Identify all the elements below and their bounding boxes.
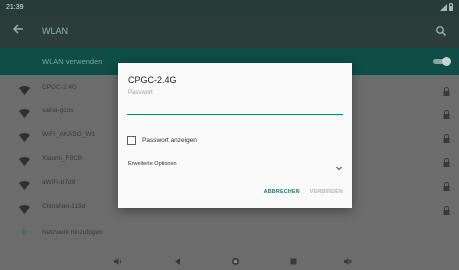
advanced-options-label[interactable]: Erweiterte Optionen: [128, 161, 177, 167]
home-icon[interactable]: [230, 257, 241, 268]
wifi-signal-icon: [19, 202, 30, 214]
search-icon[interactable]: [435, 24, 449, 38]
lock-icon: [443, 202, 450, 215]
wifi-password-dialog: CPGC-2.4G Passwort Passwort anzeigen Erw…: [118, 63, 352, 208]
lock-icon: [443, 130, 450, 143]
lock-icon: [443, 178, 450, 191]
network-name: aWiFi-b7d9: [42, 179, 76, 186]
network-name: ChinaNet-115d: [42, 203, 86, 210]
add-network-label: Netzwerk hinzufügen: [42, 229, 103, 236]
network-name: CPGC-2.4G: [42, 84, 78, 91]
wifi-signal-icon: [19, 154, 30, 166]
dialog-actions: ABBRECHEN VERBINDEN: [264, 189, 343, 195]
plus-icon: +: [20, 224, 28, 239]
wifi-signal-icon: [19, 83, 30, 95]
dialog-title: CPGC-2.4G: [128, 75, 177, 85]
page-title: WLAN: [42, 26, 69, 36]
wifi-signal-icon: [19, 106, 30, 118]
battery-icon: [449, 3, 453, 11]
lock-icon: [443, 83, 450, 96]
back-icon[interactable]: [172, 257, 183, 268]
connect-button[interactable]: VERBINDEN: [310, 189, 343, 195]
wifi-signal-icon: [19, 130, 30, 142]
signal-icon: [440, 3, 447, 11]
status-icons: [440, 3, 453, 11]
wifi-signal-icon: [19, 178, 30, 190]
app-bar: WLAN: [0, 16, 459, 48]
network-name: Xiaomi_F8CB: [42, 155, 83, 162]
show-password-label: Passwort anzeigen: [142, 137, 197, 144]
navigation-bar: [0, 255, 459, 270]
back-arrow-icon[interactable]: [12, 22, 26, 40]
cancel-button[interactable]: ABBRECHEN: [264, 189, 300, 195]
recents-icon[interactable]: [288, 257, 299, 268]
wlan-enable-label: WLAN verwenden: [42, 57, 103, 66]
wlan-toggle-switch[interactable]: [429, 57, 451, 66]
volume-down-icon[interactable]: [113, 257, 124, 268]
show-password-checkbox[interactable]: [127, 136, 136, 145]
status-time: 21:39: [6, 4, 24, 11]
chevron-down-icon[interactable]: [335, 159, 343, 171]
status-bar: 21:39: [0, 0, 459, 16]
add-network-row[interactable]: + Netzwerk hinzufügen: [0, 222, 459, 245]
show-password-option[interactable]: Passwort anzeigen: [127, 136, 197, 145]
network-name: WIFI_AKASO_W1: [42, 131, 96, 138]
lock-icon: [443, 154, 450, 167]
password-field[interactable]: [127, 102, 343, 115]
volume-up-icon[interactable]: [343, 257, 354, 268]
lock-icon: [443, 106, 450, 119]
password-label: Passwort: [128, 90, 153, 96]
network-name: saina-gcos: [42, 107, 74, 114]
toggle-thumb: [442, 57, 451, 66]
